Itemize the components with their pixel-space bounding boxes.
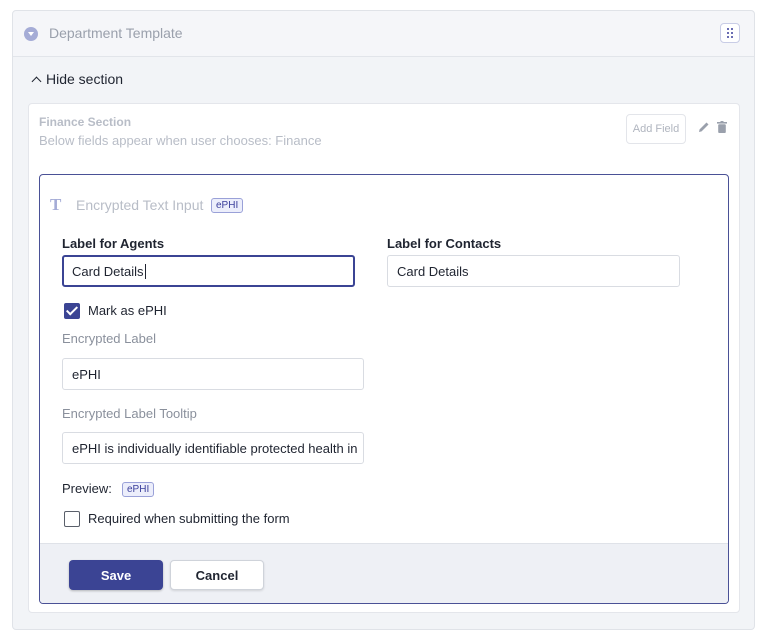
chevron-up-icon <box>31 76 42 86</box>
cancel-button[interactable]: Cancel <box>170 560 264 590</box>
encrypted-label-value: ePHI <box>72 366 101 382</box>
text-cursor <box>144 263 146 279</box>
label-for-contacts-input[interactable]: Card Details <box>387 255 680 287</box>
label-for-contacts-value: Card Details <box>397 263 469 279</box>
pencil-icon[interactable] <box>698 121 710 133</box>
save-button[interactable]: Save <box>69 560 163 590</box>
encrypted-label-heading: Encrypted Label <box>62 331 156 346</box>
hide-section-toggle[interactable]: Hide section <box>31 71 124 87</box>
mark-ephi-label: Mark as ePHI <box>88 303 167 318</box>
required-label: Required when submitting the form <box>88 511 290 526</box>
grid-dots-icon[interactable] <box>720 23 740 43</box>
text-type-icon: T <box>50 195 62 214</box>
label-for-contacts-heading: Label for Contacts <box>387 236 502 251</box>
template-header: Department Template <box>13 11 754 57</box>
label-for-agents-heading: Label for Agents <box>62 236 165 251</box>
encrypted-tooltip-value: ePHI is individually identifiable protec… <box>72 440 358 456</box>
encrypted-tooltip-heading: Encrypted Label Tooltip <box>62 406 197 421</box>
template-title: Department Template <box>49 25 183 41</box>
field-type-title: Encrypted Text Input <box>76 197 204 213</box>
required-checkbox[interactable] <box>64 511 80 527</box>
encrypted-label-input[interactable]: ePHI <box>62 358 364 390</box>
field-editor-card: T Encrypted Text Input ePHI Label for Ag… <box>39 174 729 604</box>
department-template-panel: Department Template Hide section Finance… <box>12 10 755 630</box>
mark-ephi-checkbox[interactable] <box>64 303 80 319</box>
preview-label: Preview: <box>62 481 112 496</box>
ephi-badge: ePHI <box>211 198 244 213</box>
section-subtitle: Below fields appear when user chooses: F… <box>39 133 322 148</box>
card-footer: Save Cancel <box>40 543 728 603</box>
preview-ephi-badge: ePHI <box>122 482 155 497</box>
label-for-agents-value: Card Details <box>72 263 144 279</box>
encrypted-tooltip-input[interactable]: ePHI is individually identifiable protec… <box>62 432 364 464</box>
section-title: Finance Section <box>39 115 132 129</box>
hide-section-label: Hide section <box>46 71 124 87</box>
add-field-button[interactable]: Add Field <box>626 114 686 144</box>
finance-section: Finance Section Below fields appear when… <box>28 103 740 613</box>
trash-icon[interactable] <box>717 121 727 133</box>
collapse-circle-icon[interactable] <box>24 27 38 41</box>
label-for-agents-input[interactable]: Card Details <box>62 255 355 287</box>
